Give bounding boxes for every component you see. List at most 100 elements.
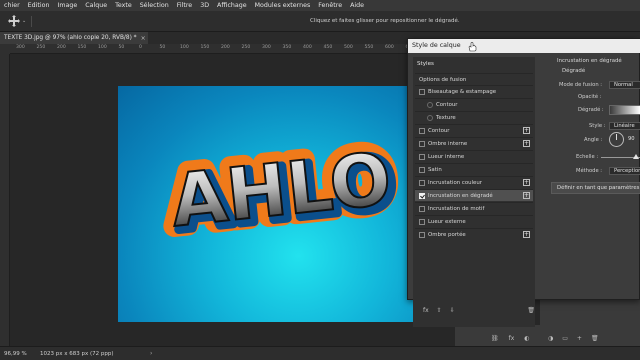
trash-icon[interactable]: 🗑 [527,307,535,314]
style-select[interactable]: Linéaire [609,122,640,130]
gradient-overlay-properties: Incrustation en dégradé Dégradé Mode de … [541,57,640,301]
style-item-0[interactable]: Biseautage & estampage [415,85,533,97]
menu-bar: chier Edition Image Calque Texte Sélecti… [0,0,640,11]
opacity-label: Opacité : [578,94,602,100]
style-checkbox[interactable] [419,166,425,173]
ruler-tick-label: 600 [385,45,394,50]
style-checkbox[interactable] [419,205,425,212]
add-style-icon[interactable]: + [523,231,530,238]
style-item-label: Biseautage & estampage [428,88,497,95]
style-checkbox[interactable] [419,179,425,186]
menu-image[interactable]: Image [53,2,81,9]
delete-layer-icon[interactable]: 🗑 [591,335,599,342]
style-item-label: Incrustation de motif [428,205,485,212]
ruler-tick-label: 100 [98,45,107,50]
radio-indicator[interactable] [427,114,433,121]
folder-icon[interactable]: ▭ [562,335,568,342]
adjustment-icon[interactable]: ◐ [524,335,529,342]
tool-hint: Cliquez et faites glisser pour repositio… [310,18,460,24]
angle-dial[interactable] [609,132,624,147]
ruler-tick-label: 250 [36,45,46,50]
styles-footer: fx ⇧ ⇩ 🗑 [423,305,535,315]
method-select[interactable]: Perception [609,167,640,175]
add-style-icon[interactable]: + [523,127,530,134]
fx-icon[interactable]: fx [509,335,515,342]
styles-header[interactable]: Styles [417,61,434,67]
style-item-label: Contour [428,127,450,134]
options-bar: ⌄ Cliquez et faites glisser pour reposit… [0,11,640,32]
style-checkbox[interactable] [419,127,425,134]
menu-texte[interactable]: Texte [111,2,136,9]
ahlo-word: AHLO AHLO AHLO [156,125,406,254]
style-item-5[interactable]: Lueur interne [415,150,533,162]
style-item-label: Texture [436,114,456,121]
fx-icon[interactable]: fx [423,307,429,314]
style-item-2[interactable]: Texture [415,111,533,123]
layers-panel-left: ⛓ fx ◐ [455,325,540,346]
divider [31,16,32,27]
style-checkbox[interactable] [419,231,425,238]
menu-calque[interactable]: Calque [81,2,111,9]
menu-3d[interactable]: 3D [196,2,213,9]
move-tool-icon[interactable] [8,15,20,27]
style-item-1[interactable]: Contour [415,98,533,110]
layer-style-dialog: Style de calque Styles Options de fusion… [407,38,640,327]
style-item-6[interactable]: Satin [415,163,533,175]
menu-affichage[interactable]: Affichage [213,2,251,9]
scale-slider-knob[interactable] [633,154,639,159]
artwork-3d-text: AHLO AHLO AHLO [156,125,406,254]
document-tab[interactable]: TEXTE 3D.jpg @ 97% (ahlo copie 20, RVB/8… [0,32,148,44]
document-canvas[interactable]: AHLO AHLO AHLO [118,86,440,322]
vertical-ruler [0,54,10,346]
ruler-tick-label: 300 [262,45,271,50]
style-checkbox[interactable] [419,192,425,199]
set-default-button[interactable]: Définir en tant que paramètres par défau… [551,182,640,194]
mask-icon[interactable]: ◑ [548,335,553,342]
add-style-icon[interactable]: + [523,192,530,199]
move-up-icon[interactable]: ⇧ [437,307,442,314]
chevron-right-icon[interactable]: › [150,350,152,357]
style-item-3[interactable]: Contour + [415,124,533,136]
add-style-icon[interactable]: + [523,140,530,147]
ruler-tick-label: 150 [77,45,87,50]
blending-options-label: Options de fusion [419,76,467,83]
style-checkbox[interactable] [419,140,425,147]
ruler-tick-label: 300 [16,45,25,50]
style-item-7[interactable]: Incrustation couleur + [415,176,533,188]
angle-value[interactable]: 90 [627,136,640,144]
menu-fichier[interactable]: chier [0,2,24,9]
menu-selection[interactable]: Sélection [136,2,173,9]
style-item-4[interactable]: Ombre interne + [415,137,533,149]
menu-aide[interactable]: Aide [346,2,368,9]
radio-indicator[interactable] [427,101,433,108]
menu-edition[interactable]: Edition [24,2,54,9]
add-style-icon[interactable]: + [523,179,530,186]
menu-modules-externes[interactable]: Modules externes [251,2,315,9]
style-item-8[interactable]: Incrustation en dégradé + [415,189,533,201]
blending-options-item[interactable]: Options de fusion [415,73,533,85]
ruler-tick-label: 100 [180,45,189,50]
dialog-title-bar[interactable]: Style de calque [408,39,640,53]
style-item-10[interactable]: Lueur externe [415,215,533,227]
blend-mode-select[interactable]: Normal [609,81,640,89]
chevron-down-icon[interactable]: ⌄ [22,18,26,24]
ruler-tick-label: 500 [344,45,353,50]
move-down-icon[interactable]: ⇩ [450,307,455,314]
link-layers-icon[interactable]: ⛓ [491,335,499,342]
ruler-tick-label: 50 [159,45,166,50]
style-item-11[interactable]: Ombre portée + [415,228,533,240]
zoom-level[interactable]: 96,99 % [4,351,27,357]
new-layer-icon[interactable]: + [577,335,582,342]
style-checkbox[interactable] [419,88,425,95]
angle-label: Angle : [584,137,603,143]
style-checkbox[interactable] [419,218,425,225]
style-item-label: Ombre interne [428,140,468,147]
menu-filtre[interactable]: Filtre [173,2,196,9]
method-label: Méthode : [576,168,603,174]
style-checkbox[interactable] [419,153,425,160]
blend-mode-label: Mode de fusion : [559,82,603,88]
close-icon[interactable]: × [141,35,146,42]
gradient-picker[interactable] [609,105,640,115]
style-item-9[interactable]: Incrustation de motif [415,202,533,214]
menu-fenetre[interactable]: Fenêtre [314,2,346,9]
